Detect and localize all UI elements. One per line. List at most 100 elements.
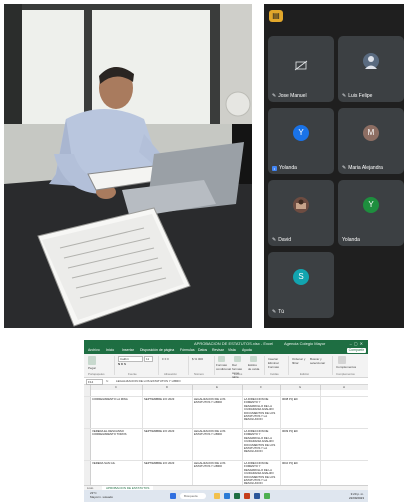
mic-off-icon: ✎ bbox=[272, 309, 277, 315]
group-add-ins: Complementos bbox=[336, 372, 355, 376]
conditional-format-button[interactable]: Formato condicional bbox=[216, 363, 231, 371]
grid-line bbox=[320, 390, 321, 485]
tab-ayuda[interactable]: Ayuda bbox=[242, 347, 252, 354]
bold-icon[interactable]: N K S bbox=[118, 362, 126, 366]
cell-codigo[interactable]: 0008 PQ ED bbox=[282, 398, 318, 401]
mic-off-icon: ✎ bbox=[272, 93, 277, 99]
cell-documento[interactable]: LEGALIZACION DE LOS ESTATUTOS Y LIBRO bbox=[194, 430, 240, 437]
participant-name: ✎ Maria Alejandra bbox=[342, 165, 383, 171]
participant-tile[interactable]: M ✎ Maria Alejandra bbox=[338, 108, 404, 174]
office-photo bbox=[4, 4, 252, 328]
participant-tile[interactable]: ✎ David bbox=[268, 180, 334, 246]
system-clock[interactable]: 3:20 p. m. 22/09/2023 bbox=[349, 492, 364, 500]
participant-tile-self[interactable]: S ✎ Tú bbox=[268, 252, 334, 318]
word-icon[interactable] bbox=[254, 493, 260, 499]
cell-vereda[interactable]: CORREGIMIENTO LA MINA bbox=[92, 398, 140, 401]
participant-tile[interactable]: Y Yolanda bbox=[338, 180, 404, 246]
grid-line bbox=[242, 390, 243, 485]
participant-name: ✎ Jose Manuel bbox=[272, 93, 307, 99]
formula-input[interactable]: LEGALIZACION DE LOS ESTATUTOS Y LIBRO bbox=[116, 378, 181, 384]
meeting-badge-icon[interactable]: ▤ bbox=[269, 10, 283, 22]
taskbar-search[interactable]: Búsqueda bbox=[180, 493, 206, 499]
row-headers[interactable] bbox=[84, 390, 91, 485]
start-icon[interactable] bbox=[170, 493, 176, 499]
ribbon-divider bbox=[214, 356, 215, 375]
participant-name: Yolanda bbox=[342, 237, 360, 243]
tab-formulas[interactable]: Fórmulas bbox=[180, 347, 195, 354]
group-editing: Edición bbox=[300, 372, 310, 376]
cell-styles-icon[interactable] bbox=[250, 356, 257, 362]
group-alignment: Alineación bbox=[164, 372, 177, 376]
ribbon-tabs: Archivo Inicio Insertar Disposición de p… bbox=[84, 347, 368, 354]
format-as-table-icon[interactable] bbox=[234, 356, 241, 362]
tab-archivo[interactable]: Archivo bbox=[88, 347, 100, 354]
cell-descripcion[interactable]: LA DIRECCION DE FOMENTO Y DESARROLLO DE … bbox=[244, 462, 279, 484]
tab-disposicion[interactable]: Disposición de página bbox=[140, 347, 174, 354]
sort-filter-button[interactable]: Ordenar y filtrar bbox=[292, 357, 308, 365]
align-icon[interactable]: ≡ ≡ ≡ bbox=[162, 357, 169, 361]
participant-tile[interactable]: ✎ Luis Felipe bbox=[338, 36, 404, 102]
account-name[interactable]: Agencia Colegio Mayor bbox=[284, 340, 325, 347]
worksheet-grid[interactable]: CORREGIMIENTO LA MINA SEPTIEMBRE 2/O 202… bbox=[84, 390, 368, 485]
excel-taskbar-icon[interactable] bbox=[234, 493, 240, 499]
cell-vereda[interactable]: VEREDA EL DESCANSO CORREGIMIENTO TOROS bbox=[92, 430, 140, 437]
cell-descripcion[interactable]: LA DIRECCION DE FOMENTO Y DESARROLLO DE … bbox=[244, 398, 279, 426]
share-button[interactable]: Compartir bbox=[346, 348, 366, 353]
cell-styles-button[interactable]: Estilos de celda bbox=[248, 363, 260, 371]
cell-codigo[interactable]: 0010 PQ ED bbox=[282, 462, 318, 465]
find-select-button[interactable]: Buscar y seleccionar bbox=[310, 357, 328, 365]
speaking-indicator-icon: • bbox=[272, 165, 277, 171]
ribbon: Pegar Portapapeles Calibri 11 N K S Fuen… bbox=[84, 354, 368, 379]
participant-photo-avatar bbox=[363, 53, 379, 70]
participant-name: ✎ David bbox=[272, 237, 291, 243]
cell-descripcion[interactable]: LA DIRECCION DE FOMENTO Y DESARROLLO DE … bbox=[244, 430, 279, 458]
grid-line bbox=[84, 428, 368, 429]
participant-name: • Yolanda bbox=[272, 165, 297, 171]
group-font: Fuente bbox=[128, 372, 137, 376]
weather-widget[interactable]: 23°C Mayorm. soleado bbox=[90, 491, 113, 499]
conditional-format-icon[interactable] bbox=[218, 356, 225, 362]
group-clipboard: Portapapeles bbox=[88, 372, 105, 376]
window-controls-icon[interactable]: –▢✕ bbox=[350, 340, 365, 347]
tab-inicio[interactable]: Inicio bbox=[106, 347, 114, 354]
tab-datos[interactable]: Datos bbox=[198, 347, 207, 354]
mic-off-icon: ✎ bbox=[272, 237, 277, 243]
font-size-select[interactable]: 11 bbox=[144, 356, 153, 362]
ribbon-divider bbox=[158, 356, 159, 375]
group-number: Número bbox=[194, 372, 204, 376]
chrome-icon[interactable] bbox=[264, 493, 270, 499]
participant-name: ✎ Tú bbox=[272, 309, 285, 315]
edge-icon[interactable] bbox=[224, 493, 230, 499]
paste-button[interactable]: Pegar bbox=[88, 366, 96, 370]
participant-tile[interactable]: ✎ Jose Manuel bbox=[268, 36, 334, 102]
format-as-table-button[interactable]: Dar formato como tabla bbox=[232, 363, 246, 379]
format-cells-button[interactable]: Formato bbox=[268, 365, 279, 369]
ribbon-divider bbox=[332, 356, 333, 375]
participant-avatar-initial: S bbox=[293, 269, 309, 286]
excel-window: APROBACION DE ESTATUTOS.xlsx - Excel Age… bbox=[84, 340, 368, 502]
fx-icon[interactable]: fx bbox=[106, 378, 108, 384]
cell-vereda[interactable]: VEREDA SAN GIL bbox=[92, 462, 140, 465]
ribbon-divider bbox=[288, 356, 289, 375]
cell-fecha[interactable]: SEPTIEMBRE 2/O 2023 bbox=[144, 430, 190, 433]
tab-insertar[interactable]: Insertar bbox=[122, 347, 134, 354]
group-cells: Celdas bbox=[270, 372, 279, 376]
file-explorer-icon[interactable] bbox=[214, 493, 220, 499]
participant-tile[interactable]: Y • Yolanda bbox=[268, 108, 334, 174]
add-ins-icon[interactable] bbox=[338, 356, 346, 364]
cell-documento[interactable]: LEGALIZACION DE LOS ESTATUTOS Y LIBRO bbox=[194, 462, 240, 469]
mic-off-icon: ✎ bbox=[342, 93, 347, 99]
cell-fecha[interactable]: SEPTIEMBRE 2/O 2023 bbox=[144, 398, 190, 401]
tab-revisar[interactable]: Revisar bbox=[212, 347, 224, 354]
cell-codigo[interactable]: 0009 PQ ED bbox=[282, 430, 318, 433]
cell-documento[interactable]: LEGALIZACION DE LOS ESTATUTOS Y LIBRO bbox=[194, 398, 240, 405]
powerpoint-icon[interactable] bbox=[244, 493, 250, 499]
tab-vista[interactable]: Vista bbox=[228, 347, 236, 354]
paste-icon[interactable] bbox=[88, 356, 96, 365]
participant-avatar-initial: M bbox=[363, 125, 379, 142]
add-ins-button[interactable]: Complementos bbox=[336, 365, 356, 369]
participant-name: ✎ Luis Felipe bbox=[342, 93, 373, 99]
number-format-icon[interactable]: $ % 000 bbox=[192, 357, 203, 361]
group-styles: Estilos bbox=[234, 372, 243, 376]
cell-fecha[interactable]: SEPTIEMBRE 2/O 2023 bbox=[144, 462, 190, 465]
